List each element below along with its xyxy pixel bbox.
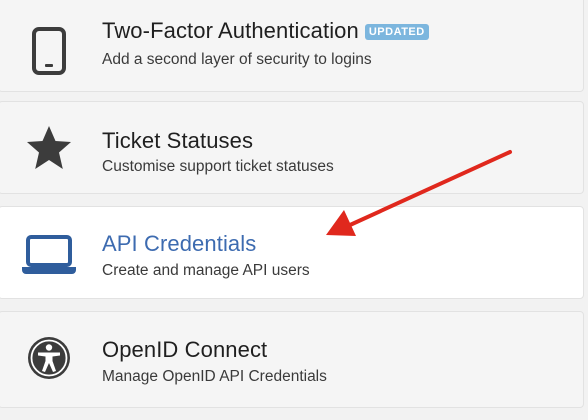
mobile-phone-icon — [15, 13, 83, 89]
api-credentials-title[interactable]: API Credentials — [102, 231, 256, 257]
settings-card-ticket-statuses[interactable]: Ticket Statuses Customise support ticket… — [0, 101, 584, 194]
star-icon — [15, 110, 83, 186]
two-factor-title: Two-Factor Authentication UPDATED — [102, 18, 429, 44]
laptop-icon — [15, 217, 83, 293]
accessibility-icon — [15, 320, 83, 396]
ticket-statuses-title: Ticket Statuses — [102, 128, 254, 153]
settings-card-openid-connect[interactable]: OpenID Connect Manage OpenID API Credent… — [0, 311, 584, 408]
api-credentials-subtitle: Create and manage API users — [102, 262, 310, 279]
updated-badge: UPDATED — [364, 24, 429, 40]
openid-connect-subtitle: Manage OpenID API Credentials — [102, 368, 327, 385]
settings-card-two-factor[interactable]: Two-Factor Authentication UPDATED Add a s… — [0, 0, 584, 92]
settings-card-api-credentials[interactable]: API Credentials Create and manage API us… — [0, 206, 584, 299]
two-factor-subtitle: Add a second layer of security to logins — [102, 51, 372, 68]
openid-connect-title: OpenID Connect — [102, 337, 268, 362]
ticket-statuses-subtitle: Customise support ticket statuses — [102, 158, 334, 175]
two-factor-title-text: Two-Factor Authentication — [102, 18, 359, 43]
